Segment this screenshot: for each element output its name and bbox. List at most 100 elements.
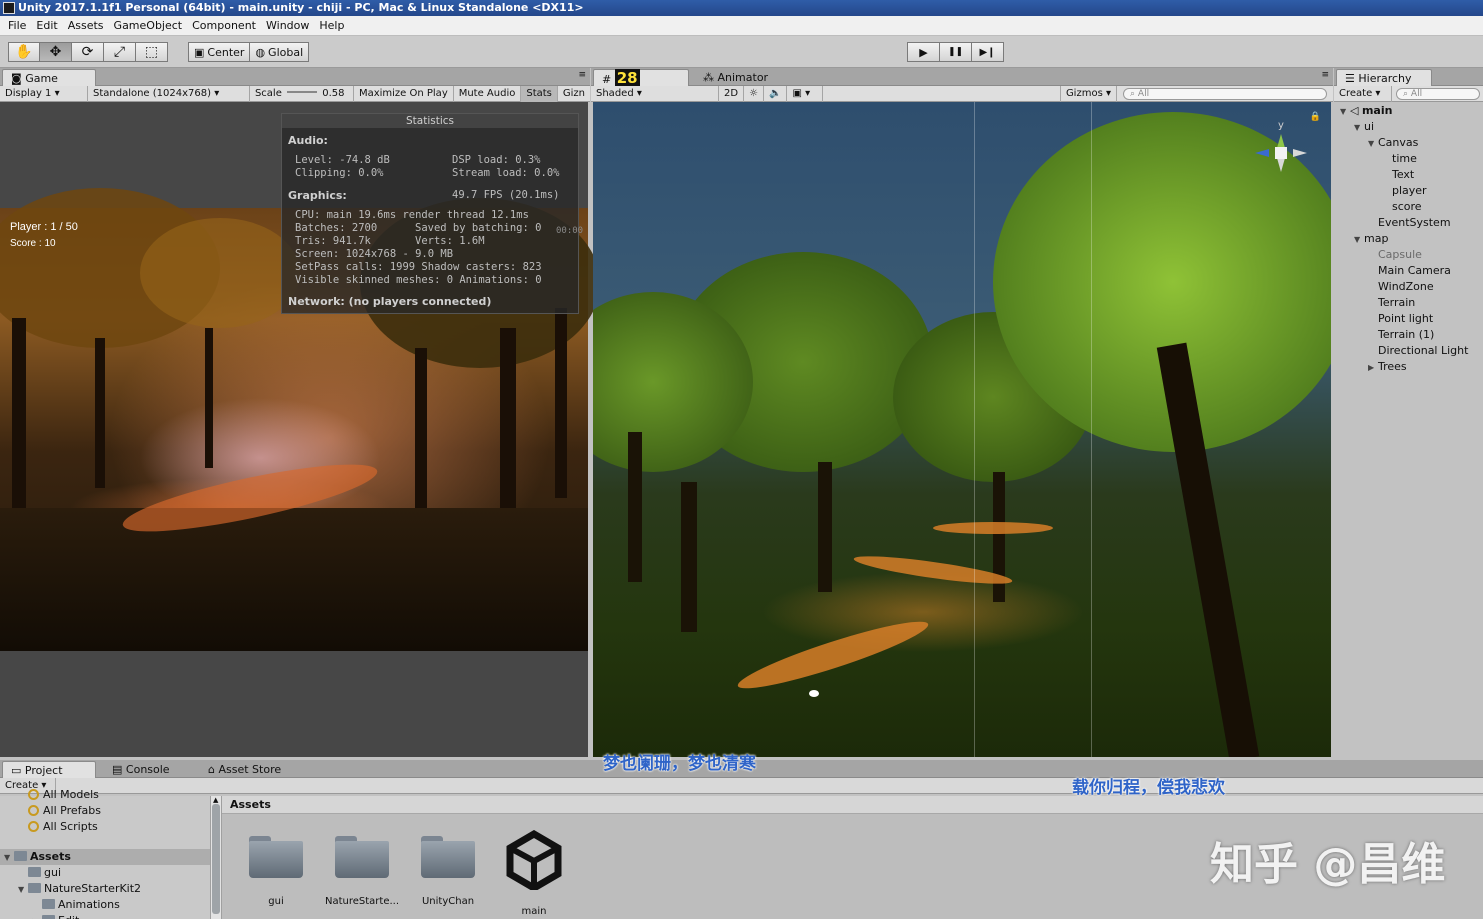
shading-mode-dropdown[interactable]: Shaded ▾ [591,85,719,102]
project-tree-item[interactable]: ▶ Edit [32,913,79,919]
menu-assets[interactable]: Assets [63,19,109,32]
hierarchy-item[interactable]: WindZone [1368,279,1434,295]
project-tree-item[interactable]: ▼ NatureStarterKit2 [18,881,141,897]
asset-scene[interactable]: main [494,826,574,917]
hierarchy-item[interactable]: ▼ ui [1354,119,1374,135]
hierarchy-item[interactable]: Terrain [1368,295,1415,311]
game-gizmos-dropdown[interactable]: Gizn [558,86,590,102]
hierarchy-search-input[interactable]: ⌕ All [1396,87,1480,100]
hierarchy-item[interactable]: Main Camera [1368,263,1451,279]
hierarchy-item[interactable]: ▼ Canvas [1368,135,1418,151]
sun-icon: ☼ [749,87,759,99]
maximize-on-play-toggle[interactable]: Maximize On Play [354,85,454,102]
stats-toggle[interactable]: Stats [521,85,558,102]
scale-tool-button[interactable]: ⤢ [104,42,136,62]
favorite-search-item[interactable]: All Prefabs [28,803,101,819]
gizmo-x-axis[interactable] [1293,149,1307,157]
hierarchy-item[interactable]: score [1382,199,1422,215]
expand-arrow-icon[interactable]: ▶ [1368,360,1378,376]
tab-game[interactable]: ◙ Game [2,69,96,86]
hand-tool-button[interactable]: ✋ [8,42,40,62]
menu-help[interactable]: Help [314,19,349,32]
asset-folder[interactable]: NatureStarte... [322,826,402,907]
hierarchy-item[interactable]: Capsule [1368,247,1422,263]
display-dropdown[interactable]: Display 1 ▾ [0,85,88,102]
scroll-up-icon[interactable]: ▲ [213,796,218,804]
menu-window[interactable]: Window [261,19,314,32]
folder-icon [42,899,55,909]
asset-breadcrumb[interactable]: Assets [222,796,1483,814]
tab-hierarchy[interactable]: ☰ Hierarchy [1336,69,1432,86]
asset-folder[interactable]: gui [236,826,316,907]
scale-slider-track[interactable] [287,90,318,93]
hierarchy-item[interactable]: ▼ map [1354,231,1388,247]
tab-project[interactable]: ▭ Project [2,761,96,778]
hierarchy-item[interactable]: time [1382,151,1417,167]
scene-tabstrip: # 28 ⁂ Animator ≡ [591,68,1333,87]
panel-menu-icon[interactable]: ≡ [1321,70,1329,80]
setpass-readout: SetPass calls: 1999 Shadow casters: 823 [295,261,542,273]
2d-mode-toggle[interactable]: 2D [719,85,745,102]
expand-arrow-icon[interactable]: ▼ [4,850,14,866]
resolution-dropdown[interactable]: Standalone (1024x768) ▾ [88,85,250,102]
menu-gameobject[interactable]: GameObject [109,19,188,32]
audio-toggle[interactable]: 🔈 [764,85,788,102]
gizmo-y-axis[interactable] [1277,134,1285,148]
move-icon: ✥ [49,44,62,60]
scene-search-input[interactable]: ⌕ All [1123,87,1327,100]
lighting-toggle[interactable]: ☼ [744,85,765,102]
tab-animator[interactable]: ⁂ Animator [695,69,776,86]
project-tree-scrollbar[interactable]: ▲ [210,796,222,919]
expand-arrow-icon[interactable]: ▼ [1354,120,1364,136]
player-marker[interactable] [809,690,819,697]
menu-edit[interactable]: Edit [31,19,62,32]
pivot-center-button[interactable]: ▣ Center [188,42,251,62]
statistics-panel: Statistics Audio: Level: -74.8 dB DSP lo… [281,113,583,314]
project-tree-item[interactable]: Animations [32,897,120,913]
hierarchy-item[interactable]: Directional Light [1368,343,1468,359]
orientation-gizmo[interactable]: y [1251,114,1311,184]
favorite-search-item[interactable]: All Models [28,787,99,803]
favorite-search-item[interactable]: All Scripts [28,819,98,835]
play-button[interactable]: ▶ [907,42,940,62]
step-button[interactable]: ▶❙ [972,42,1004,62]
pause-button[interactable]: ❚❚ [940,42,972,62]
menu-file[interactable]: File [3,19,31,32]
tab-asset-store[interactable]: ⌂ Asset Store [200,761,289,778]
scrollbar-thumb[interactable] [212,804,220,914]
effects-dropdown[interactable]: ▣ ▾ [787,85,824,102]
gizmo-neg-y-axis[interactable] [1277,158,1285,172]
hierarchy-item[interactable]: player [1382,183,1427,199]
menu-component[interactable]: Component [187,19,261,32]
scene-view[interactable]: y 🔒 [593,102,1331,757]
tab-scene[interactable]: # 28 [593,69,689,87]
expand-arrow-icon[interactable]: ▼ [18,882,28,898]
rect-tool-button[interactable]: ⬚ [136,42,168,62]
mute-audio-toggle[interactable]: Mute Audio [454,85,522,102]
expand-arrow-icon[interactable]: ▶ [32,914,42,919]
hierarchy-item[interactable]: ▼ ◁ main [1340,103,1392,119]
move-tool-button[interactable]: ✥ [40,42,72,62]
gizmo-z-axis[interactable] [1255,149,1269,157]
lock-icon[interactable]: 🔒 [1310,112,1321,122]
gizmo-center-cube[interactable] [1275,147,1287,159]
hierarchy-item[interactable]: ▶ Trees [1368,359,1407,375]
project-tree-item[interactable]: ▼ Assets [0,849,210,865]
rotate-tool-button[interactable]: ⟳ [72,42,104,62]
hierarchy-item[interactable]: Text [1382,167,1414,183]
scale-slider[interactable]: Scale 0.58 [250,85,354,102]
scene-gizmos-dropdown[interactable]: Gizmos ▾ [1059,85,1117,102]
hierarchy-create-dropdown[interactable]: Create ▾ [1334,85,1392,102]
hierarchy-item[interactable]: Point light [1368,311,1433,327]
hierarchy-item[interactable]: Terrain (1) [1368,327,1434,343]
pivot-global-button[interactable]: ◍ Global [250,42,310,62]
panel-menu-icon[interactable]: ≡ [578,70,586,80]
project-tree-item[interactable]: gui [18,865,61,881]
tab-console[interactable]: ▤ Console [104,761,178,778]
asset-folder[interactable]: UnityChan [408,826,488,907]
expand-arrow-icon[interactable]: ▼ [1368,136,1378,152]
hierarchy-item-label: EventSystem [1378,216,1451,229]
expand-arrow-icon[interactable]: ▼ [1340,104,1350,120]
expand-arrow-icon[interactable]: ▼ [1354,232,1364,248]
hierarchy-item[interactable]: EventSystem [1368,215,1451,231]
